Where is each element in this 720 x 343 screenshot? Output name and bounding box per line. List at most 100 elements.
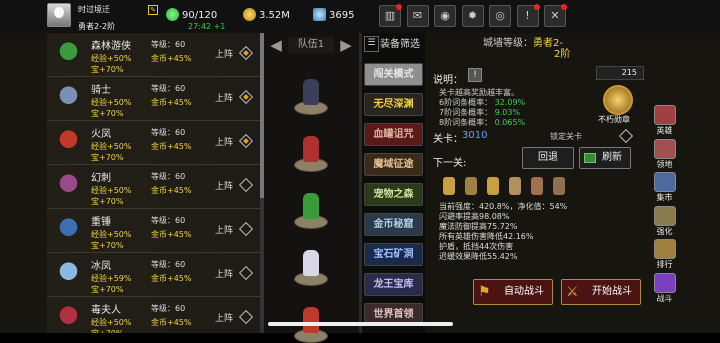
team-hero-figure [303,136,319,162]
hero-level: 等级：60 [151,172,186,181]
hero-portrait [51,256,86,294]
description-line-1: 关卡越高奖励越丰富。 [439,88,519,97]
team-hero-figure [303,79,319,105]
next-team-arrow-icon[interactable]: ▶ [336,35,356,55]
deploy-button[interactable]: 上阵 [215,267,233,280]
chat-icon[interactable]: ◉ [434,5,456,27]
side-menu-button[interactable]: 排行 [650,239,679,270]
hero-exp-bonus: 经验+50% [91,230,132,239]
hero-row[interactable]: 森林游侠 等级：60 经验+50% 金币+45% 宝+70% 上阵 [47,33,260,77]
auto-battle-button[interactable]: ⚑ 自动战斗 [473,279,553,305]
team-slot[interactable] [291,193,331,229]
enemy-icon [487,177,499,195]
enemy-icon [531,177,543,195]
stamina-value: 90/120 [182,10,218,21]
deploy-button[interactable]: 上阵 [215,311,233,324]
gem-display[interactable]: 3695 [313,8,354,22]
side-menu-label: 英雄 [656,126,673,135]
hero-gem-bonus: 宝+70% [91,109,124,118]
deploy-status-icon[interactable] [238,309,254,325]
hero-row[interactable]: 冰凤 等级：60 经验+59% 金币+45% 宝+70% 上阵 [47,253,260,297]
team-hero-figure [303,193,319,219]
mode-button[interactable]: 金币秘窟 [364,213,423,236]
invincible-medal-label: 不朽勋章 [598,115,630,124]
gold-value: 3.52M [259,10,290,21]
deploy-button[interactable]: 上阵 [215,223,233,236]
lock-stage-checkbox[interactable] [618,128,634,144]
deploy-button[interactable]: 上阵 [215,135,233,148]
deploy-button[interactable]: 上阵 [215,91,233,104]
deploy-status-icon[interactable] [238,265,254,281]
deploy-status-icon[interactable] [238,89,254,105]
description-line-4: 8阶词条概率： 0.065% [439,118,526,127]
side-menu-button[interactable]: 英雄 [650,105,679,136]
side-menu-button[interactable]: 领地 [650,138,679,170]
hero-list[interactable]: 森林游侠 等级：60 经验+50% 金币+45% 宝+70% 上阵 骑士 等级：60 经验+50… [47,33,260,333]
hero-row[interactable]: 骑士 等级：60 经验+50% 金币+45% 宝+70% 上阵 [47,77,260,121]
notification-dot [396,4,402,10]
deploy-button[interactable]: 上阵 [215,47,233,60]
gold-display[interactable]: 3.52M [243,8,290,22]
deploy-status-icon[interactable] [238,221,254,237]
mail-icon[interactable]: ✉ [406,5,429,27]
hero-name: 冰凤 [91,261,111,272]
refresh-icon [584,153,596,163]
side-menu-button[interactable]: 强化 [650,205,679,237]
hero-portrait [51,124,86,162]
mode-button[interactable]: 无尽深渊 [364,93,423,116]
stat-line-3: 魔法防御提高75.72% [439,222,518,231]
stat-line-2: 闪避率提高98.08% [439,212,510,221]
deploy-status-icon[interactable] [238,133,254,149]
mode-button[interactable]: 闯关模式 [364,63,423,86]
start-battle-button[interactable]: ⚔ 开始战斗 [561,279,641,305]
edit-icon[interactable]: ✎ [148,5,158,15]
side-menu-button[interactable]: 集市 [650,172,679,203]
hero-level: 等级：60 [151,216,186,225]
tools-icon[interactable]: ✕ [544,4,567,27]
deploy-status-icon[interactable] [238,45,254,61]
mode-button[interactable]: 宠物之森 [364,183,423,206]
hero-row[interactable]: 幻刺 等级：60 经验+50% 金币+45% 宝+70% 上阵 [47,165,260,209]
team-slot[interactable] [291,250,331,286]
invincible-medal-icon[interactable] [603,85,633,115]
shop-icon[interactable]: ▥ [379,4,402,27]
side-menu-button[interactable]: 战斗 [650,272,679,304]
stamina-display[interactable]: 90/120 [166,8,217,22]
hero-gem-bonus: 宝+70% [91,328,123,333]
deploy-status-icon[interactable] [238,177,254,193]
stat-line-6: 迟缓效果降低55.42% [439,252,518,261]
hero-name: 重锤 [91,217,111,228]
hero-portrait [51,36,86,74]
description-label: 说明： [433,75,463,86]
refresh-button[interactable]: 刷新 [579,147,631,169]
back-button[interactable]: 回退 [522,147,574,169]
flag-icon: ⚑ [478,284,491,300]
mode-button[interactable]: 龙王宝库 [364,273,423,296]
equipment-filter-button[interactable]: 装备筛选 [362,36,425,54]
next-stage-label: 下一关: [433,158,467,169]
hero-row[interactable]: 火凤 等级：60 经验+50% 金币+45% 宝+70% 上阵 [47,121,260,165]
settings-icon[interactable]: ✹ [461,5,484,27]
castle-level-label: 城墙等级： [483,38,533,49]
castle-level: 城墙等级：勇者2- [483,34,563,49]
side-menu-icon [653,105,676,125]
player-avatar[interactable] [47,3,71,27]
wheel-icon[interactable]: ◎ [489,5,511,27]
team-slot[interactable] [291,136,331,172]
hero-portrait [51,300,86,333]
hero-level: 等级：60 [151,84,186,93]
team-slot[interactable] [291,79,331,115]
mode-panel: 装备筛选 闯关模式无尽深渊血罐诅咒魔域征途宠物之森金币秘窟宝石矿洞龙王宝库世界首… [362,33,425,333]
notice-icon[interactable]: ! [516,4,540,27]
mode-button[interactable]: 宝石矿洞 [364,243,423,266]
deploy-button[interactable]: 上阵 [215,179,233,192]
prev-team-arrow-icon[interactable]: ◀ [266,35,286,55]
mode-button[interactable]: 血罐诅咒 [364,123,423,146]
mode-button[interactable]: 魔域征途 [364,153,423,176]
info-icon[interactable]: ! [468,68,482,82]
hero-row[interactable]: 重锤 等级：60 经验+50% 金币+45% 宝+70% 上阵 [47,209,260,253]
hero-row[interactable]: 毒夫人 等级：60 经验+50% 金币+45% 宝+70% 上阵 [47,297,260,333]
hero-name: 火凤 [91,129,111,140]
stage-info-panel: 城墙等级：勇者2- 2阶 说明： ! 215 关卡越高奖励越丰富。 6阶词条概率… [425,33,648,333]
notification-dot [561,4,567,10]
